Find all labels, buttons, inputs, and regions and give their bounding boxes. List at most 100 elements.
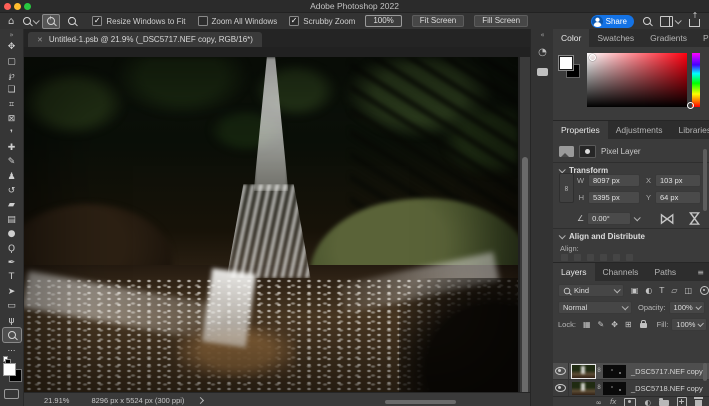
frame-tool[interactable]: ⊠ <box>3 112 21 126</box>
zoom-all-windows-checkbox[interactable]: Zoom All Windows <box>198 16 278 26</box>
layer-name[interactable]: _DSC5718.NEF copy <box>631 384 703 393</box>
close-tab-icon[interactable]: ✕ <box>37 36 43 44</box>
resize-windows-to-fit-checkbox[interactable]: Resize Windows to Fit <box>92 16 185 26</box>
add-mask-icon[interactable] <box>624 398 636 406</box>
chevron-down-icon[interactable] <box>634 214 641 221</box>
visibility-cell[interactable] <box>553 380 569 396</box>
eye-icon[interactable] <box>555 367 566 375</box>
layer-effects-icon[interactable]: fx <box>610 398 617 406</box>
filter-toggle-icon[interactable] <box>700 286 709 295</box>
new-group-icon[interactable] <box>659 400 669 406</box>
lock-pixels-icon[interactable]: ✎ <box>598 320 605 329</box>
layer-row[interactable]: 8 _DSC5717.NEF copy <box>553 363 709 380</box>
tab-channels[interactable]: Channels <box>595 263 647 281</box>
zoom-in-button[interactable] <box>42 14 60 29</box>
tab-adjustments[interactable]: Adjustments <box>608 121 671 139</box>
layer-row[interactable]: 8 _DSC5718.NEF copy <box>553 380 709 397</box>
lasso-tool[interactable]: ℘ <box>3 69 21 83</box>
quick-mask-button[interactable] <box>4 389 19 399</box>
close-window-button[interactable] <box>4 3 11 10</box>
type-tool[interactable]: T <box>3 270 21 284</box>
healing-brush-tool[interactable]: ✚ <box>3 141 21 155</box>
checkbox-icon[interactable] <box>289 16 299 26</box>
align-left-button[interactable] <box>561 254 568 261</box>
fill-screen-button[interactable]: Fill Screen <box>474 15 528 27</box>
link-dimensions-button[interactable]: ∞ <box>559 173 574 203</box>
layer-mask-thumbnail[interactable] <box>603 382 626 395</box>
history-panel-icon[interactable]: ◔ <box>538 47 547 58</box>
panel-scrollbar-thumb[interactable] <box>703 363 707 381</box>
home-icon[interactable]: ⌂ <box>8 16 14 27</box>
document-tab[interactable]: ✕ Untitled-1.psb @ 21.9% (_DSC5717.NEF c… <box>28 32 262 47</box>
opacity-dropdown[interactable]: 100% <box>669 301 705 314</box>
panel-scrollbar-thumb[interactable] <box>703 149 707 211</box>
eyedropper-tool[interactable]: ❜ <box>3 126 21 140</box>
width-field[interactable]: 8097 px <box>588 174 640 187</box>
checkbox-icon[interactable] <box>92 16 102 26</box>
tab-gradients[interactable]: Gradients <box>642 29 695 47</box>
filter-type-icon[interactable]: T <box>659 286 664 295</box>
edit-toolbar-icon[interactable]: … <box>8 344 16 353</box>
panel-color-swatches[interactable] <box>559 56 583 82</box>
vertical-scrollbar-thumb[interactable] <box>522 157 528 395</box>
tab-color[interactable]: Color <box>553 29 589 47</box>
workspace-switcher[interactable] <box>660 16 680 27</box>
checkbox-icon[interactable] <box>198 16 208 26</box>
image-thumbnail-icon[interactable] <box>559 146 574 157</box>
layer-name[interactable]: _DSC5717.NEF copy <box>631 367 703 376</box>
tab-patterns[interactable]: Patterns <box>695 29 709 47</box>
zoom-out-button[interactable] <box>64 15 80 28</box>
foreground-color-swatch[interactable] <box>3 363 16 376</box>
search-icon[interactable] <box>643 17 651 25</box>
foreground-color-swatch[interactable] <box>559 56 573 70</box>
expand-panels-icon[interactable]: « <box>540 31 544 39</box>
eye-icon[interactable] <box>555 384 566 392</box>
align-right-button[interactable] <box>587 254 594 261</box>
lock-all-icon[interactable] <box>640 323 647 328</box>
align-center-v-button[interactable] <box>613 254 620 261</box>
path-selection-tool[interactable]: ➤ <box>3 285 21 299</box>
tab-libraries[interactable]: Libraries <box>671 121 709 139</box>
fit-screen-button[interactable]: Fit Screen <box>412 15 464 27</box>
clone-stamp-tool[interactable]: ♟ <box>3 170 21 184</box>
crop-tool[interactable]: ⌗ <box>3 98 21 112</box>
zoom-tool-preset[interactable] <box>23 17 38 25</box>
tab-layers[interactable]: Layers <box>553 263 595 281</box>
filter-shape-icon[interactable]: ▱ <box>671 286 677 295</box>
horizontal-scrollbar-thumb[interactable] <box>385 400 456 404</box>
hue-marker[interactable] <box>687 102 694 109</box>
hue-slider[interactable] <box>692 53 700 107</box>
object-selection-tool[interactable]: ❏ <box>3 83 21 97</box>
comments-panel-icon[interactable] <box>537 68 548 76</box>
scrubby-zoom-checkbox[interactable]: Scrubby Zoom <box>289 16 355 26</box>
maximize-window-button[interactable] <box>24 3 31 10</box>
lock-transparency-icon[interactable]: ▦ <box>583 320 591 329</box>
flip-vertical-icon[interactable]: ⋈ <box>686 211 705 227</box>
mask-thumbnail-icon[interactable] <box>579 145 596 158</box>
collapse-tools-icon[interactable]: » <box>9 31 13 39</box>
adjustment-layer-icon[interactable]: ◐ <box>644 398 651 406</box>
minimize-window-button[interactable] <box>14 3 21 10</box>
lock-artboard-icon[interactable]: ⊞ <box>625 320 632 329</box>
lock-position-icon[interactable]: ✥ <box>611 320 618 329</box>
filter-kind-dropdown[interactable]: Kind <box>558 284 624 297</box>
link-layers-icon[interactable]: ∞ <box>596 398 602 406</box>
pen-tool[interactable]: ✒ <box>3 256 21 270</box>
color-marker[interactable] <box>589 54 596 61</box>
filter-adjustment-icon[interactable]: ◐ <box>645 286 652 295</box>
vertical-scrollbar[interactable] <box>520 57 530 392</box>
zoom-tool[interactable] <box>3 328 21 342</box>
align-top-button[interactable] <box>600 254 607 261</box>
rotation-field[interactable]: 0.00° <box>587 212 631 225</box>
gradient-tool[interactable]: ▤ <box>3 213 21 227</box>
blur-tool[interactable]: ● <box>3 227 21 241</box>
hand-tool[interactable]: ψ <box>3 313 21 327</box>
zoom-100-button[interactable]: 100% <box>365 15 401 27</box>
rectangle-tool[interactable]: ▭ <box>3 299 21 313</box>
flip-horizontal-icon[interactable]: ⋈ <box>659 209 675 228</box>
eraser-tool[interactable]: ▰ <box>3 198 21 212</box>
blend-mode-dropdown[interactable]: Normal <box>558 301 632 314</box>
layer-thumbnail[interactable] <box>572 365 595 378</box>
layer-mask-thumbnail[interactable] <box>603 365 626 378</box>
saturation-brightness-field[interactable] <box>587 53 687 107</box>
